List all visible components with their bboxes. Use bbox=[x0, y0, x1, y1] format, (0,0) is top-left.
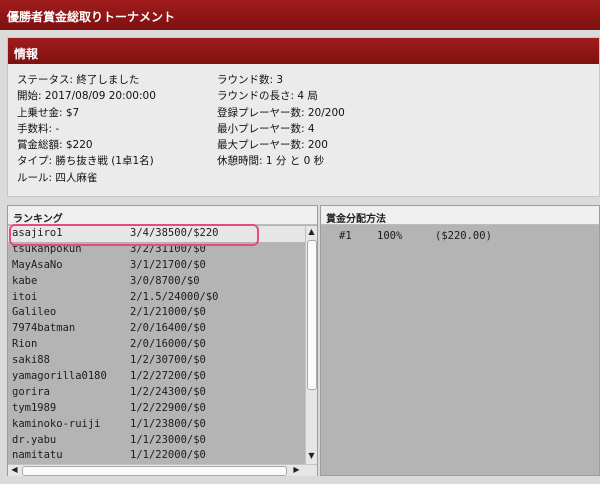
window-title: 優勝者賞金総取りトーナメント bbox=[0, 0, 600, 30]
horizontal-scroll-thumb[interactable] bbox=[22, 466, 287, 476]
prize-rank: #1 bbox=[339, 230, 352, 242]
player-score: 3/1/21700/$0 bbox=[130, 258, 206, 271]
info-type: タイプ: 勝ち抜き戦 (1卓1名) bbox=[17, 155, 154, 168]
scroll-right-icon[interactable]: ▶ bbox=[291, 465, 302, 476]
player-name: gorira bbox=[12, 385, 50, 398]
info-fee: 手数料: - bbox=[17, 122, 60, 135]
player-score: 1/2/22900/$0 bbox=[130, 401, 206, 414]
info-status: ステータス: 終了しました bbox=[17, 74, 140, 86]
player-name: itoi bbox=[12, 290, 38, 303]
ranking-row[interactable]: dr.yabu 1/1/23000/$0 bbox=[8, 433, 305, 449]
player-name: namitatu bbox=[12, 449, 63, 462]
ranking-row[interactable]: MayAsaNo 3/1/21700/$0 bbox=[8, 258, 305, 274]
player-score: 2/1/21000/$0 bbox=[130, 306, 206, 319]
ranking-row[interactable]: tym1989 1/2/22900/$0 bbox=[8, 401, 305, 417]
scroll-down-icon[interactable]: ▼ bbox=[306, 451, 317, 462]
info-max-players: 最大プレーヤー数: 200 bbox=[217, 139, 328, 152]
info-buyin: 上乗せ金: $7 bbox=[17, 106, 80, 119]
info-min-players: 最小プレーヤー数: 4 bbox=[217, 122, 315, 135]
player-name: kaminoko-ruiji bbox=[12, 417, 101, 430]
ranking-row[interactable]: Galileo 2/1/21000/$0 bbox=[8, 305, 305, 321]
vertical-scrollbar[interactable]: ▲ ▼ bbox=[305, 226, 317, 464]
player-score: 1/1/22000/$0 bbox=[130, 449, 206, 462]
player-score: 2/0/16400/$0 bbox=[130, 322, 206, 335]
player-name: saki88 bbox=[12, 354, 50, 367]
info-round-length: ラウンドの長さ: 4 局 bbox=[217, 90, 318, 103]
info-break-time: 休憩時間: 1 分 と 0 秒 bbox=[217, 155, 325, 168]
player-name: tym1989 bbox=[12, 401, 57, 414]
player-name: dr.yabu bbox=[12, 433, 57, 446]
info-start: 開始: 2017/08/09 20:00:00 bbox=[17, 90, 156, 103]
player-score: 1/1/23000/$0 bbox=[130, 433, 206, 446]
player-name: MayAsaNo bbox=[12, 258, 63, 271]
ranking-list[interactable]: asajiro1 3/4/38500/$220 tsukanpokun 3/2/31… bbox=[8, 226, 305, 464]
prize-distribution-panel: 賞金分配方法 #1 100% ($220.00) bbox=[320, 205, 600, 476]
ranking-row[interactable]: namitatu 1/1/22000/$0 bbox=[8, 448, 305, 464]
winner-highlight-annotation bbox=[9, 224, 259, 246]
ranking-row[interactable]: itoi 2/1.5/24000/$0 bbox=[8, 290, 305, 306]
ranking-row[interactable]: saki88 1/2/30700/$0 bbox=[8, 353, 305, 369]
player-name: Galileo bbox=[12, 306, 57, 319]
ranking-row[interactable]: 7974batman 2/0/16400/$0 bbox=[8, 321, 305, 337]
player-score: 1/1/23800/$0 bbox=[130, 417, 206, 430]
info-left-column: ステータス: 終了しました 開始: 2017/08/09 20:00:00 上乗… bbox=[17, 72, 156, 186]
prize-header: 賞金分配方法 bbox=[321, 206, 599, 225]
ranking-row[interactable]: kabe 3/0/8700/$0 bbox=[8, 274, 305, 290]
info-right-column: ラウンド数: 3 ラウンドの長さ: 4 局 登録プレーヤー数: 20/200 最… bbox=[217, 72, 345, 170]
player-score: 2/0/16000/$0 bbox=[130, 338, 206, 351]
player-score: 1/2/27200/$0 bbox=[130, 370, 206, 383]
scroll-left-icon[interactable]: ◀ bbox=[9, 465, 20, 476]
player-name: yamagorilla0180 bbox=[12, 370, 107, 383]
prize-amount: ($220.00) bbox=[435, 230, 492, 242]
player-name: Rion bbox=[12, 338, 38, 351]
vertical-scroll-thumb[interactable] bbox=[307, 240, 317, 390]
player-score: 3/0/8700/$0 bbox=[130, 274, 200, 287]
ranking-panel: ランキング asajiro1 3/4/38500/$220 tsukanpokun… bbox=[7, 205, 318, 476]
prize-row: #1 100% ($220.00) bbox=[339, 230, 492, 242]
player-score: 1/2/24300/$0 bbox=[130, 385, 206, 398]
player-score: 1/2/30700/$0 bbox=[130, 354, 206, 367]
info-rule: ルール: 四人麻雀 bbox=[17, 171, 98, 184]
prize-percent: 100% bbox=[377, 230, 403, 242]
player-name: kabe bbox=[12, 274, 38, 287]
info-header: 情報 bbox=[8, 38, 599, 64]
ranking-header: ランキング bbox=[8, 206, 317, 225]
ranking-row[interactable]: gorira 1/2/24300/$0 bbox=[8, 385, 305, 401]
info-rounds: ラウンド数: 3 bbox=[217, 74, 284, 86]
info-registered-players: 登録プレーヤー数: 20/200 bbox=[217, 106, 345, 119]
horizontal-scrollbar[interactable]: ◀ ▶ bbox=[8, 464, 317, 476]
ranking-row[interactable]: yamagorilla0180 1/2/27200/$0 bbox=[8, 369, 305, 385]
info-prize-pool: 賞金総額: $220 bbox=[17, 139, 93, 152]
player-score: 2/1.5/24000/$0 bbox=[130, 290, 219, 303]
info-panel: 情報 ステータス: 終了しました 開始: 2017/08/09 20:00:00… bbox=[7, 37, 600, 197]
scroll-up-icon[interactable]: ▲ bbox=[306, 227, 317, 238]
player-name: 7974batman bbox=[12, 322, 76, 335]
ranking-row[interactable]: kaminoko-ruiji 1/1/23800/$0 bbox=[8, 417, 305, 433]
ranking-row[interactable]: Rion 2/0/16000/$0 bbox=[8, 337, 305, 353]
